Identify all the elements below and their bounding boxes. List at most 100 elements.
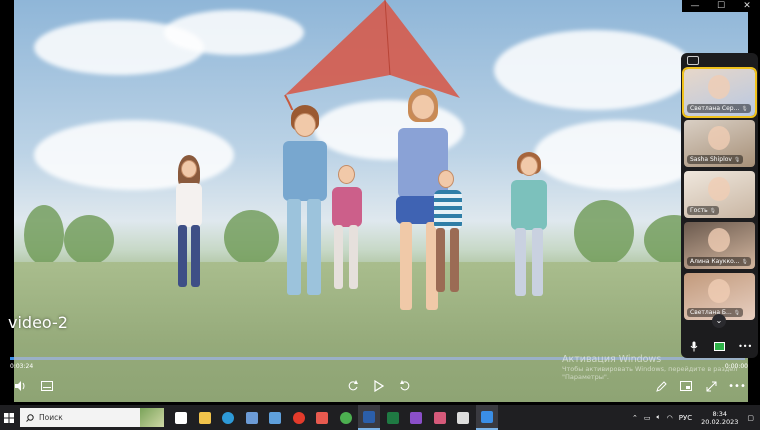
participant-name-tag: Sasha Shiplov 🎙︎ [687,155,744,164]
clock-time: 8:34 [712,409,728,418]
volume-button[interactable] [12,377,30,395]
media-player-icon [480,410,493,423]
video-title: video-2 [8,313,68,332]
share-screen-button[interactable] [711,339,727,353]
play-button[interactable] [370,377,388,395]
chrome-icon [339,411,352,424]
participant-video [708,279,730,303]
microphone-icon: 🎙︎ [741,105,748,112]
store-icon [245,411,258,424]
tree [574,200,634,265]
yandex-icon [316,411,328,424]
camera-taskbar-button[interactable] [452,405,474,430]
participant-name: Светлана Сер... [690,105,740,112]
maximize-button[interactable]: ☐ [708,0,734,12]
search-highlight-image [140,408,164,427]
participant-name: Гость [690,207,708,214]
word-taskbar-button[interactable] [358,405,380,430]
yandex-taskbar-button[interactable] [311,405,333,430]
start-button[interactable] [0,405,18,430]
call-controls: ••• [681,336,758,356]
edge-taskbar-button[interactable] [217,405,239,430]
close-button[interactable]: ✕ [734,0,760,12]
yandex-browser-taskbar-button[interactable] [288,405,310,430]
participant-tile[interactable]: Гость 🎙︎ [684,171,755,218]
microphone-icon: 🎙︎ [733,156,741,163]
system-tray: ⌃ ▭ 🔈︎ ◠ РУС 8:34 20.02.2023 ▢ [629,405,760,430]
participant-tile[interactable]: Алина Каукко... 🎙︎ [684,222,755,269]
tree [64,215,114,265]
forward-button[interactable] [396,377,414,395]
rewind-icon [348,380,358,391]
wifi-icon[interactable]: ◠ [664,414,676,422]
task-view-taskbar-button[interactable] [170,405,192,430]
participant-tile[interactable]: Светлана Б... 🎙︎ [684,273,755,320]
participant-tile[interactable]: Sasha Shiplov 🎙︎ [684,120,755,167]
minimize-button[interactable]: — [682,0,708,12]
notifications-icon[interactable]: ▢ [744,414,760,422]
participant-name: Sasha Shiplov [690,156,732,163]
participant-tile[interactable]: Светлана Сер... 🎙︎ [682,67,757,118]
camera-icon [457,411,469,424]
collapse-panel-icon[interactable] [687,56,699,65]
volume-icon [15,381,25,391]
child-figure [424,170,469,300]
forward-icon [400,380,410,391]
call-more-button[interactable]: ••• [737,339,753,353]
tray-overflow-icon[interactable]: ⌃ [629,414,641,422]
player-controls: ••• [0,375,760,399]
child-figure [164,155,214,295]
search-placeholder: Поиск [39,413,63,422]
participant-video [708,75,730,99]
subtitles-button[interactable] [38,377,56,395]
language-indicator[interactable]: РУС [676,414,695,422]
network-icon[interactable]: ▭ [641,414,654,422]
chrome-taskbar-button[interactable] [335,405,357,430]
media-player-taskbar-button[interactable] [475,405,498,430]
participant-name-tag: Гость 🎙︎ [687,206,720,215]
yandex-browser-icon [292,411,305,424]
screen-share-icon [713,341,725,351]
microphone-button[interactable] [686,339,702,353]
excel-icon [386,411,399,424]
rewind-button[interactable] [344,377,362,395]
scroll-down-icon[interactable]: ⌄ [712,314,726,328]
tree [24,205,64,265]
edge-icon [222,411,234,424]
photos-icon [433,411,446,424]
viber-taskbar-button[interactable] [405,405,427,430]
taskbar: Поиск ⌃ ▭ 🔈︎ ◠ РУС 8:34 20.02.2023 ▢ [0,405,760,430]
word-icon [363,410,375,423]
participant-name: Алина Каукко... [690,258,740,265]
cloud [534,120,704,190]
participant-video [708,126,730,150]
participant-video [708,177,730,201]
clock[interactable]: 8:34 20.02.2023 [695,410,744,426]
excel-taskbar-button[interactable] [382,405,404,430]
miniplayer-button[interactable] [677,377,695,395]
participant-name-tag: Алина Каукко... 🎙︎ [687,257,751,266]
mail-icon [269,411,281,424]
participant-name: Светлана Б... [690,309,732,316]
taskbar-search[interactable]: Поиск [20,408,164,427]
more-icon: ••• [738,341,753,351]
participants-panel: Светлана Сер... 🎙︎ Sasha Shiplov 🎙︎ Гость 🎙︎ А… [681,53,758,358]
more-options-button[interactable]: ••• [728,377,746,395]
child-figure [324,165,369,295]
mail-taskbar-button[interactable] [264,405,286,430]
edit-button[interactable] [652,377,670,395]
microphone-icon [690,341,698,351]
file-explorer-taskbar-button[interactable] [194,405,216,430]
photos-taskbar-button[interactable] [429,405,451,430]
child-figure [501,152,556,302]
participant-name-tag: Светлана Сер... 🎙︎ [687,104,751,113]
pencil-icon [655,380,667,392]
fullscreen-button[interactable] [702,377,720,395]
cloud [494,30,694,110]
task-view-icon [175,411,187,424]
screen: video-2 — ☐ ✕ 0:03:24 0:00:00 Активация … [0,0,760,430]
video-frame[interactable] [14,0,748,402]
subtitles-icon [41,381,53,391]
store-taskbar-button[interactable] [241,405,263,430]
speaker-icon[interactable]: 🔈︎ [653,413,663,422]
